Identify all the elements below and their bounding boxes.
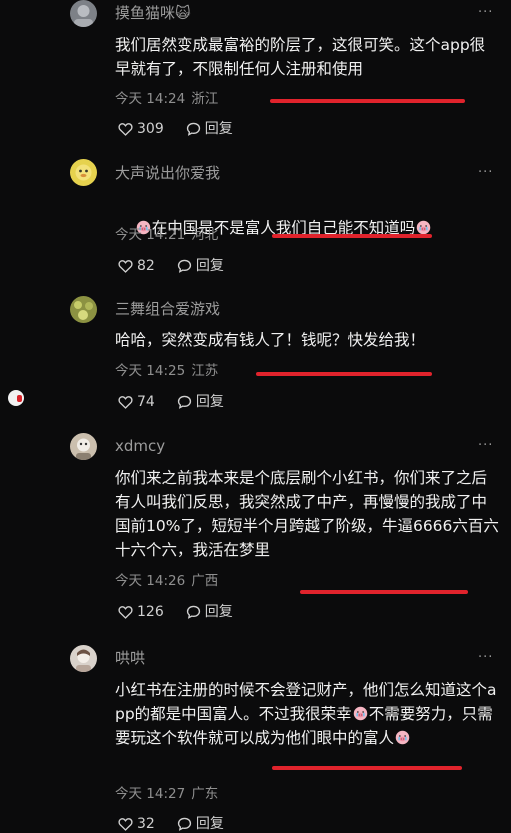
reply-label: 回复 xyxy=(195,394,224,410)
username[interactable]: 三舞组合爱游戏 xyxy=(115,299,220,319)
comment-location: 江苏 xyxy=(191,363,219,379)
comment-item: 摸鱼猫咪🙀 ··· 我们居然变成最富裕的阶层了，这很可笑。这个app很早就有了，… xyxy=(0,0,511,150)
like-count: 126 xyxy=(137,604,164,620)
avatar[interactable] xyxy=(70,0,97,27)
speech-bubble-icon xyxy=(186,605,200,619)
comment-text: 小红书在注册的时候不会登记财产，他们怎么知道这个app的都是中国富人。不过我很荣… xyxy=(115,678,500,750)
username[interactable]: 大声说出你爱我 xyxy=(115,163,220,183)
avatar[interactable] xyxy=(70,296,97,323)
more-options-icon[interactable]: ··· xyxy=(478,6,493,20)
avatar[interactable] xyxy=(70,159,97,186)
comment-location: 广东 xyxy=(191,786,219,802)
crying-pig-emoji xyxy=(395,730,410,745)
comment-time: 今天 14:26 xyxy=(115,573,186,589)
heart-outline-icon xyxy=(118,396,133,409)
comment-time: 今天 14:25 xyxy=(115,363,186,379)
like-count: 82 xyxy=(137,258,155,274)
like-count: 74 xyxy=(137,394,155,410)
red-underline-mark xyxy=(270,99,465,103)
reply-button[interactable]: 回复 xyxy=(186,603,233,621)
comment-time: 今天 14:21 xyxy=(115,227,186,243)
comment-item: 大声说出你爱我 ··· 在中国是不是富人我们自己能不知道吗 今天 14:21 河北… xyxy=(0,159,511,289)
comment-actions: 74 回复 xyxy=(118,393,224,411)
username[interactable]: 摸鱼猫咪🙀 xyxy=(115,3,191,23)
more-options-icon[interactable]: ··· xyxy=(478,166,493,180)
comment-time: 今天 14:27 xyxy=(115,786,186,802)
comment-actions: 82 回复 xyxy=(118,257,224,275)
comment-text: 哈哈，突然变成有钱人了！钱呢？快发给我！ xyxy=(115,331,426,349)
like-button[interactable]: 82 xyxy=(118,257,155,275)
more-options-icon[interactable]: ··· xyxy=(478,651,493,665)
speech-bubble-icon xyxy=(186,122,200,136)
like-button[interactable]: 126 xyxy=(118,603,164,621)
comment-actions: 309 回复 xyxy=(118,120,233,138)
like-count: 32 xyxy=(137,816,155,832)
heart-outline-icon xyxy=(118,123,133,136)
like-button[interactable]: 309 xyxy=(118,120,164,138)
reply-button[interactable]: 回复 xyxy=(186,120,233,138)
avatar[interactable] xyxy=(70,433,97,460)
like-count: 309 xyxy=(137,121,164,137)
username[interactable]: xdmcy xyxy=(115,436,165,456)
reply-label: 回复 xyxy=(204,604,233,620)
comment-meta: 今天 14:24 浙江 xyxy=(115,90,218,108)
more-options-icon[interactable]: ··· xyxy=(478,439,493,453)
reply-label: 回复 xyxy=(195,258,224,274)
reply-label: 回复 xyxy=(195,816,224,832)
like-button[interactable]: 74 xyxy=(118,393,155,411)
comment-actions: 126 回复 xyxy=(118,603,233,621)
like-button[interactable]: 32 xyxy=(118,815,155,833)
red-underline-mark xyxy=(272,766,462,770)
speech-bubble-icon xyxy=(177,259,191,273)
reply-label: 回复 xyxy=(204,121,233,137)
comment-time: 今天 14:24 xyxy=(115,91,186,107)
heart-outline-icon xyxy=(118,818,133,831)
comment-location: 河北 xyxy=(191,227,219,243)
speech-bubble-icon xyxy=(177,395,191,409)
reply-button[interactable]: 回复 xyxy=(177,393,224,411)
red-underline-mark xyxy=(300,590,468,594)
comment-text: 我们居然变成最富裕的阶层了，这很可笑。这个app很早就有了，不限制任何人注册和使… xyxy=(115,36,486,78)
crying-pig-emoji xyxy=(416,220,431,235)
username[interactable]: 哄哄 xyxy=(115,648,145,668)
avatar[interactable] xyxy=(70,645,97,672)
heart-outline-icon xyxy=(118,260,133,273)
comment-location: 广西 xyxy=(191,573,219,589)
comment-item: 哄哄 ··· 小红书在注册的时候不会登记财产，他们怎么知道这个app的都是中国富… xyxy=(0,645,511,832)
comment-text: 你们来之前我本来是个底层刷个小红书，你们来了之后有人叫我们反思，我突然成了中产，… xyxy=(115,469,499,559)
comment-actions: 32 回复 xyxy=(118,815,224,833)
comment-location: 浙江 xyxy=(191,91,219,107)
comment-meta: 今天 14:27 广东 xyxy=(115,785,218,803)
red-underline-mark xyxy=(272,234,432,238)
heart-outline-icon xyxy=(118,606,133,619)
red-underline-mark xyxy=(256,372,432,376)
comment-item: 三舞组合爱游戏 哈哈，突然变成有钱人了！钱呢？快发给我！ 今天 14:25 江苏 … xyxy=(0,296,511,426)
reply-button[interactable]: 回复 xyxy=(177,815,224,833)
comment-meta: 今天 14:26 广西 xyxy=(115,572,218,590)
comment-meta: 今天 14:21 河北 xyxy=(115,226,218,244)
crying-pig-emoji xyxy=(353,706,367,721)
comment-item: xdmcy ··· 你们来之前我本来是个底层刷个小红书，你们来了之后有人叫我们反… xyxy=(0,433,511,628)
speech-bubble-icon xyxy=(177,817,191,831)
reply-button[interactable]: 回复 xyxy=(177,257,224,275)
comment-meta: 今天 14:25 江苏 xyxy=(115,362,218,380)
